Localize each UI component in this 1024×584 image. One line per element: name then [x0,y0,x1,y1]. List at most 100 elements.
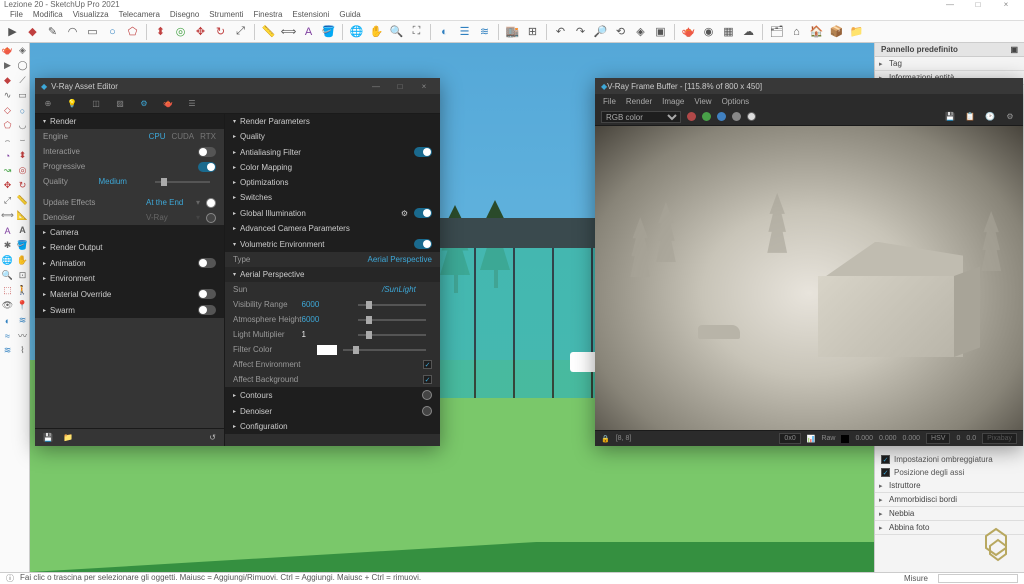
textures-tab-icon[interactable]: ▨ [113,97,127,111]
model-button[interactable]: 📦 [828,23,845,40]
lightmult-slider[interactable] [358,334,427,336]
lt-axes-icon[interactable]: ✱ [0,238,15,253]
lt-prot-icon[interactable]: 📐 [15,208,30,223]
lt-sb3-icon[interactable]: 〰 [15,328,30,343]
vray-interactive-button[interactable]: ◉ [700,23,717,40]
volenv-toggle[interactable] [414,239,432,249]
vfb-menu-options[interactable]: Options [722,97,750,106]
revert-icon[interactable]: ↺ [209,433,216,442]
environment-section[interactable]: Environment [35,271,224,286]
lt-arc2-icon[interactable]: ◡ [15,118,30,133]
lt-select-icon[interactable]: ▶ [0,58,15,73]
affectenv-checkbox[interactable]: ✓ [423,360,432,369]
denoiser-toggle[interactable] [206,213,216,223]
lt-scale2-icon[interactable]: ⤢ [0,193,15,208]
swarm-toggle[interactable] [198,305,216,315]
move-tool[interactable]: ✥ [192,23,209,40]
vfb-histogram-icon[interactable]: 📊 [807,435,816,443]
layers-tool[interactable]: ☰ [456,23,473,40]
dim-tool[interactable]: ⟺ [280,23,297,40]
lt-asset-icon[interactable]: ◈ [15,43,30,58]
vray-max-button[interactable]: □ [390,82,410,91]
menu-window[interactable]: Finestra [254,10,283,19]
lt-eraser-icon[interactable]: ◆ [0,73,15,88]
vfb-pixabay[interactable]: Pixabay [982,433,1017,444]
menu-edit[interactable]: Modifica [33,10,63,19]
vfb-render-view[interactable] [595,126,1023,430]
vfb-copy-icon[interactable]: 📋 [963,110,977,124]
menu-help[interactable]: Guida [339,10,360,19]
vray-close-button[interactable]: × [414,82,434,91]
tray-item-fog[interactable]: Nebbia [875,507,1024,521]
lt-lasso-icon[interactable]: ◯ [15,58,30,73]
undo-button[interactable]: ↶ [552,23,569,40]
engine-cuda[interactable]: CUDA [171,132,194,141]
sec-aa[interactable]: Antialiasing Filter [225,144,440,160]
sec-colormap[interactable]: Color Mapping [225,160,440,175]
warehouse-tool[interactable]: 🏬 [504,23,521,40]
render-section-header[interactable]: Render [35,114,224,129]
visrange-slider[interactable] [358,304,427,306]
vfb-menu-file[interactable]: File [603,97,616,106]
vfb-mode[interactable]: HSV [926,433,950,444]
tape-tool[interactable]: 📏 [260,23,277,40]
lt-rect2-icon[interactable]: ▭ [15,88,30,103]
vfb-region[interactable]: 0x0 [779,433,800,444]
atmheight-slider[interactable] [358,319,427,321]
offset-tool[interactable]: ◎ [172,23,189,40]
lt-3parc-icon[interactable]: ⌣ [15,133,30,148]
sec-advcam[interactable]: Advanced Camera Parameters [225,221,440,236]
materials-tab-icon[interactable]: ⊕ [41,97,55,111]
tray-item-soften[interactable]: Ammorbidisci bordi [875,493,1024,507]
outliner-button[interactable]: 🗂 [768,23,785,40]
vfb-save-icon[interactable]: 💾 [943,110,957,124]
eraser-tool[interactable]: ◆ [24,23,41,40]
menu-extensions[interactable]: Estensioni [292,10,329,19]
measure-input[interactable] [938,574,1018,583]
zoom-tool[interactable]: 🔍 [388,23,405,40]
sandbox-tool[interactable]: ≋ [476,23,493,40]
lt-3dtext-icon[interactable]: 𝐀 [15,223,30,238]
lt-2parc-icon[interactable]: ⌢ [0,133,15,148]
tray-check-axes[interactable]: ✓Posizione degli assi [875,466,1024,479]
maximize-button[interactable]: □ [964,0,992,9]
iso-tool[interactable]: ◈ [632,23,649,40]
extension-tool[interactable]: ⊞ [524,23,541,40]
lt-zoom3-icon[interactable]: 🔍 [0,268,15,283]
paint-tool[interactable]: 🪣 [320,23,337,40]
gi-toggle[interactable] [414,208,432,218]
help-icon[interactable]: ⓘ [6,573,14,584]
lt-push-icon[interactable]: ⬍ [15,148,30,163]
minimize-button[interactable]: — [936,0,964,9]
section-tool[interactable]: ◐ [436,23,453,40]
vfb-menu-render[interactable]: Render [626,97,652,106]
home-button[interactable]: 🏠 [808,23,825,40]
front-tool[interactable]: ▣ [652,23,669,40]
render-params-header[interactable]: Render Parameters [225,114,440,129]
text-tool[interactable]: A [300,23,317,40]
lt-circle2-icon[interactable]: ○ [15,103,30,118]
denoiser2-toggle[interactable] [422,406,432,416]
tray-item-instructor[interactable]: Istruttore [875,479,1024,493]
lt-poly2-icon[interactable]: ⬠ [0,118,15,133]
lt-line2-icon[interactable]: ⟋ [15,73,30,88]
geometry-tab-icon[interactable]: ◫ [89,97,103,111]
lt-paint2-icon[interactable]: 🪣 [15,238,30,253]
lt-follow-icon[interactable]: ↝ [0,163,15,178]
rect-tool[interactable]: ▭ [84,23,101,40]
lights-tab-icon[interactable]: 💡 [65,97,79,111]
engine-cpu[interactable]: CPU [149,132,166,141]
quality-slider[interactable] [155,181,211,183]
menu-file[interactable]: File [10,10,23,19]
folder-button[interactable]: 📁 [848,23,865,40]
vray-min-button[interactable]: — [366,82,386,91]
lt-vray-icon[interactable]: 🫖 [0,43,15,58]
aa-toggle[interactable] [414,147,432,157]
filter-color-swatch[interactable] [317,345,337,355]
channels-tab-icon[interactable]: ☰ [185,97,199,111]
gi-settings-icon[interactable]: ⚙ [401,209,408,218]
lt-pos-icon[interactable]: 📍 [15,298,30,313]
matoverride-toggle[interactable] [198,289,216,299]
orbit-tool[interactable]: 🌐 [348,23,365,40]
interactive-toggle[interactable] [198,147,216,157]
